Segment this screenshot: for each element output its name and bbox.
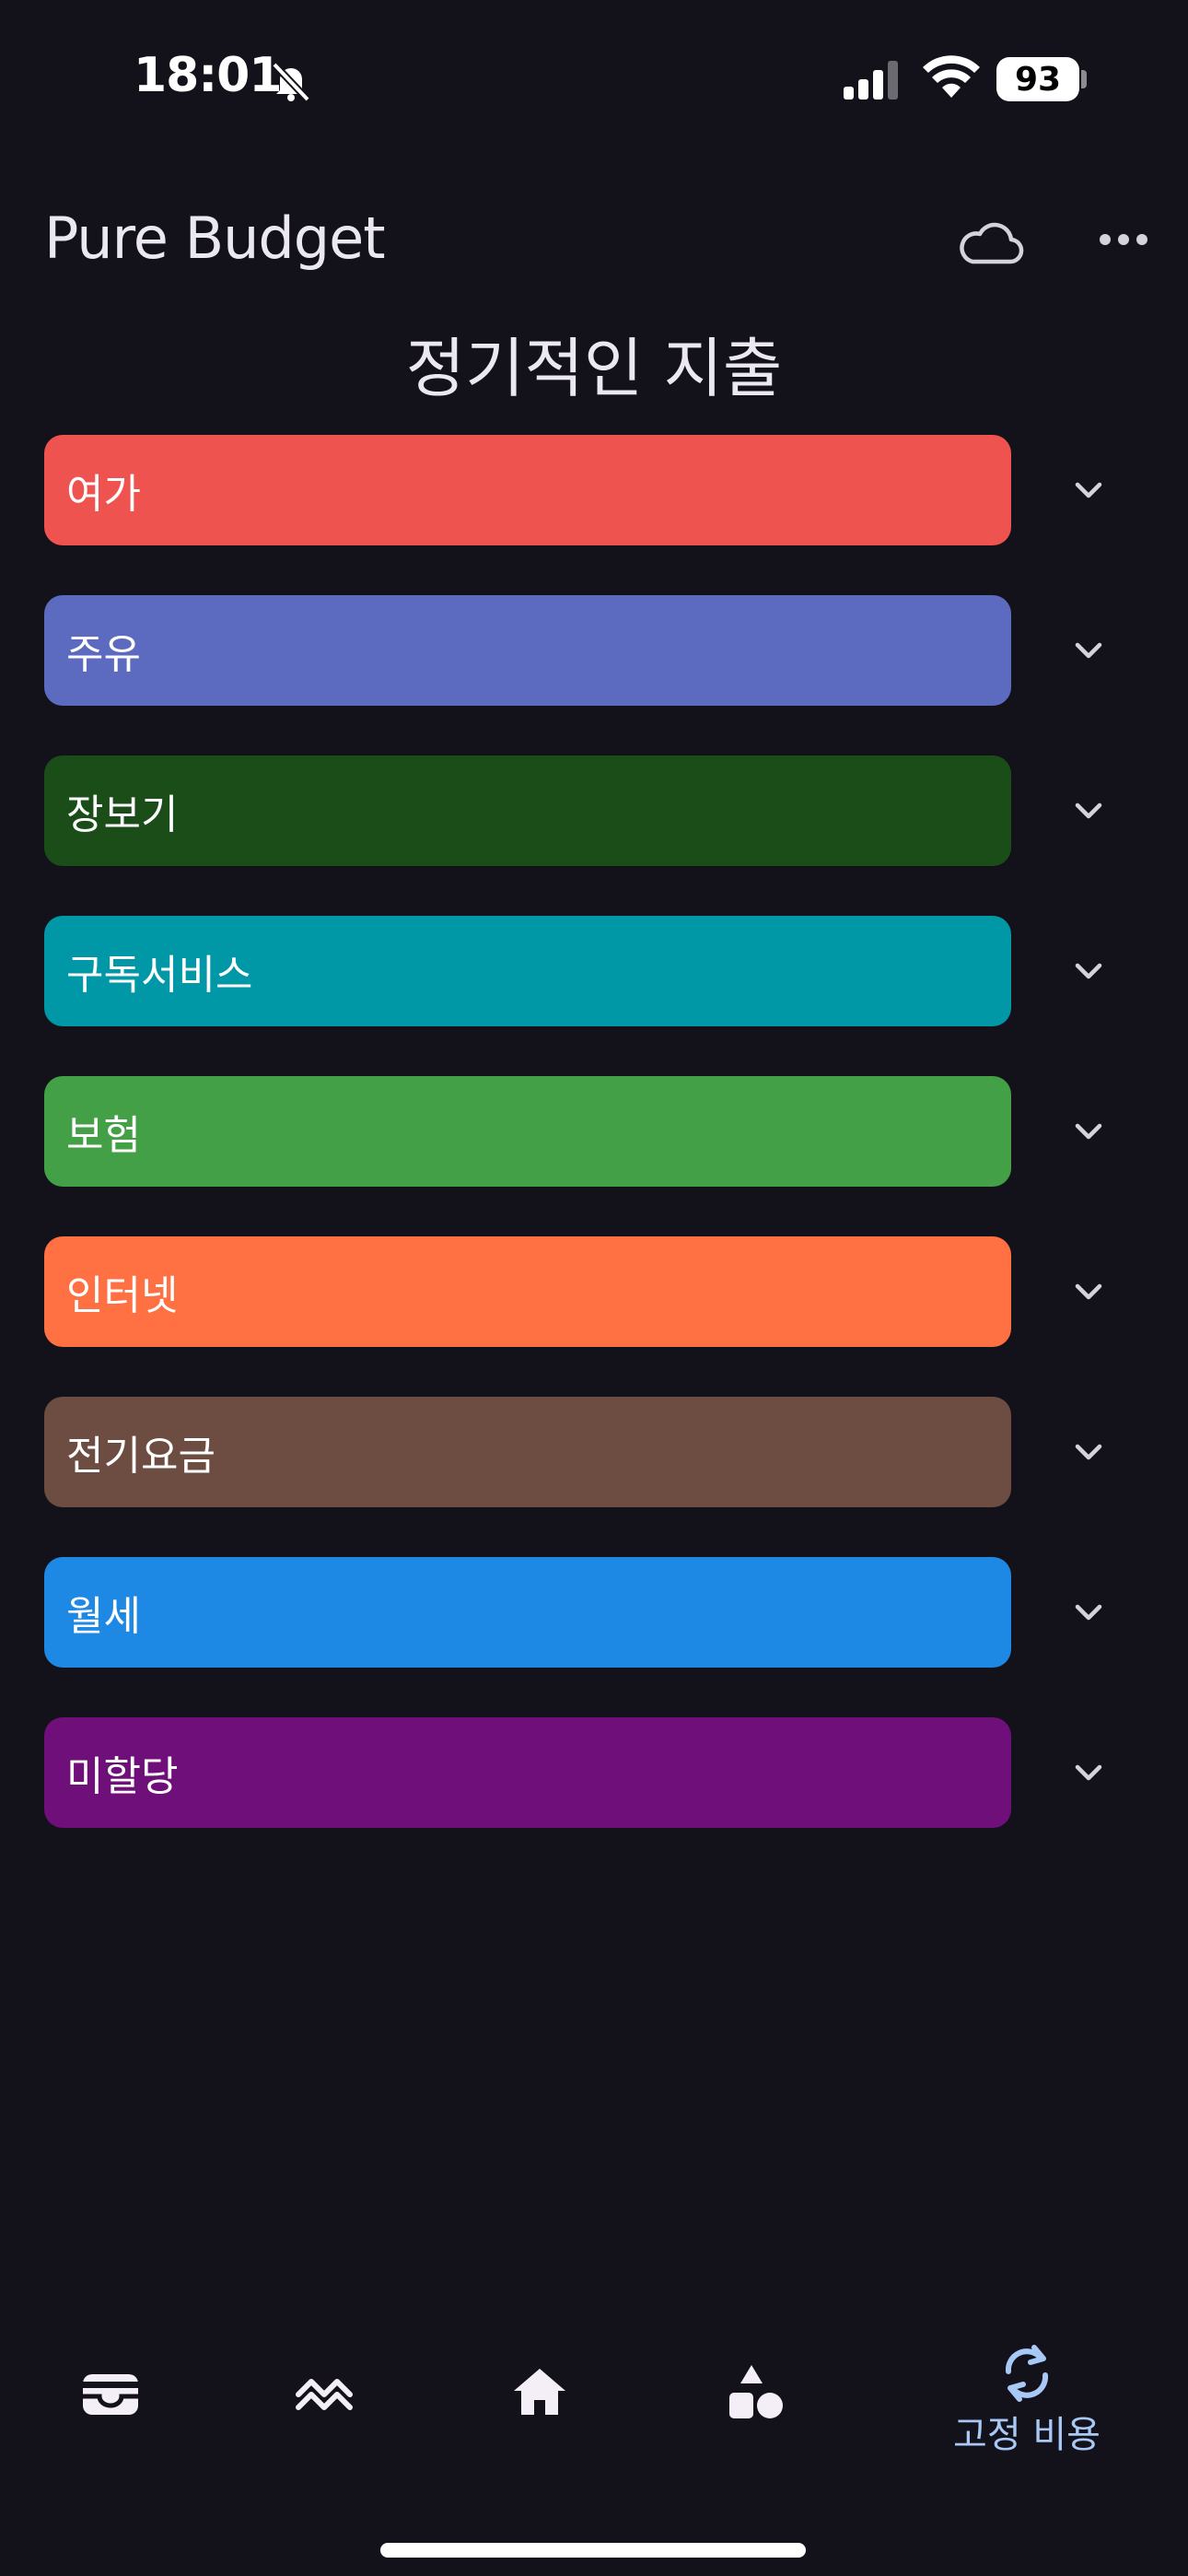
category-row: 주유	[44, 595, 1159, 706]
category-label: 구독서비스	[66, 952, 253, 999]
chevron-down-icon[interactable]	[1066, 468, 1111, 512]
status-time: 18:01	[134, 48, 283, 103]
shapes-icon	[729, 2365, 783, 2418]
bell-slash-icon	[272, 62, 310, 102]
more-dots-icon	[1100, 234, 1147, 245]
wallet-icon	[83, 2374, 138, 2415]
category-bar[interactable]: 인터넷	[44, 1236, 1011, 1347]
category-bar[interactable]: 주유	[44, 595, 1011, 706]
chevron-down-icon[interactable]	[1066, 949, 1111, 993]
page-title: 정기적인 지출	[405, 331, 783, 406]
home-indicator[interactable]	[380, 2543, 806, 2558]
category-label: 전기요금	[66, 1433, 215, 1480]
category-bar[interactable]: 미할당	[44, 1717, 1011, 1828]
nav-fixed-costs-label: 고정 비용	[953, 2414, 1101, 2456]
battery-icon: 93	[996, 57, 1079, 101]
category-row: 구독서비스	[44, 916, 1159, 1026]
chevron-down-icon[interactable]	[1066, 628, 1111, 673]
more-options-button[interactable]	[1087, 212, 1157, 267]
category-row: 장보기	[44, 755, 1159, 866]
category-label: 보험	[66, 1112, 141, 1159]
category-list: 여가 주유 장보기 구독서비스 보험 인터넷 전기요금 월세 미할당	[44, 435, 1159, 1878]
battery-level: 93	[1014, 60, 1062, 99]
nav-trends[interactable]	[287, 2360, 361, 2425]
refresh-icon	[1005, 2345, 1049, 2402]
category-row: 보험	[44, 1076, 1159, 1187]
trend-icon	[296, 2379, 353, 2410]
wifi-icon	[923, 55, 980, 98]
chevron-down-icon[interactable]	[1066, 1430, 1111, 1474]
chevron-down-icon[interactable]	[1066, 1270, 1111, 1314]
cellular-signal-icon	[844, 61, 898, 100]
battery-nub	[1081, 70, 1087, 88]
app-screen: 18:01 93 Pure Budget 정기적인 지출 여가 주유 장보기 구…	[0, 0, 1188, 2576]
nav-wallet[interactable]	[74, 2360, 147, 2425]
category-bar[interactable]: 여가	[44, 435, 1011, 545]
category-bar[interactable]: 보험	[44, 1076, 1011, 1187]
chevron-down-icon[interactable]	[1066, 1109, 1111, 1153]
category-row: 전기요금	[44, 1397, 1159, 1507]
nav-categories[interactable]	[718, 2357, 792, 2427]
nav-home[interactable]	[503, 2359, 577, 2425]
app-title: Pure Budget	[44, 205, 386, 272]
category-row: 인터넷	[44, 1236, 1159, 1347]
category-label: 여가	[66, 471, 141, 518]
category-row: 여가	[44, 435, 1159, 545]
category-bar[interactable]: 장보기	[44, 755, 1011, 866]
category-label: 월세	[66, 1593, 141, 1640]
chevron-down-icon[interactable]	[1066, 789, 1111, 833]
category-row: 월세	[44, 1557, 1159, 1668]
chevron-down-icon[interactable]	[1066, 1590, 1111, 1634]
category-label: 미할당	[66, 1753, 179, 1800]
chevron-down-icon[interactable]	[1066, 1751, 1111, 1795]
cloud-sync-button[interactable]	[949, 210, 1059, 275]
category-label: 장보기	[66, 791, 179, 838]
category-row: 미할당	[44, 1717, 1159, 1828]
cloud-icon	[960, 222, 1024, 264]
category-bar[interactable]: 전기요금	[44, 1397, 1011, 1507]
home-icon	[514, 2369, 565, 2415]
category-bar[interactable]: 월세	[44, 1557, 1011, 1668]
category-label: 주유	[66, 631, 141, 678]
category-label: 인터넷	[66, 1272, 179, 1319]
category-bar[interactable]: 구독서비스	[44, 916, 1011, 1026]
